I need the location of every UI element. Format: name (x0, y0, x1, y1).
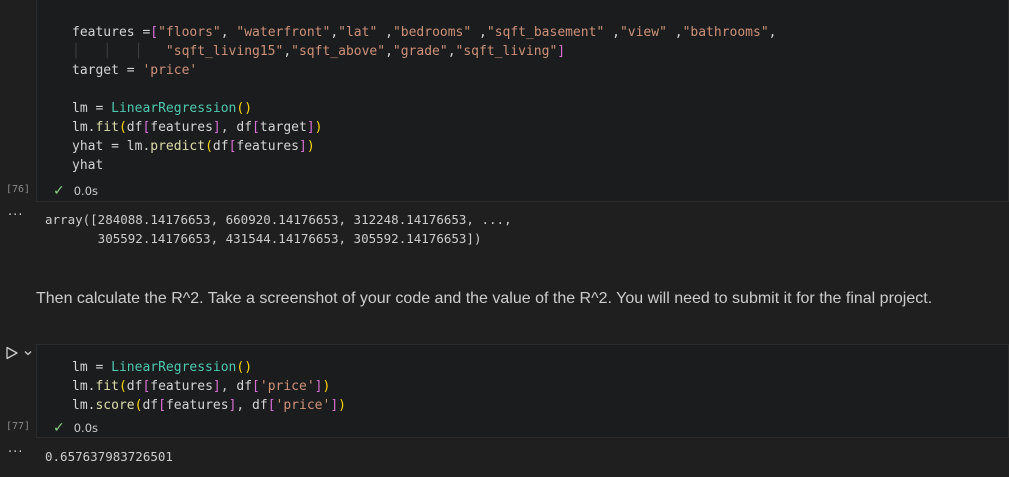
output-line: 0.657637983726501 (45, 449, 173, 464)
cell-status: ✓ 0.0s (53, 183, 98, 199)
output-line: array([284088.14176653, 660920.14176653,… (45, 212, 512, 227)
code-line: features =["floors", "waterfront","lat" … (72, 25, 777, 40)
markdown-cell[interactable]: Then calculate the R^2. Take a screensho… (36, 290, 932, 308)
cell-output: 0.657637983726501 (45, 447, 173, 466)
code-line: │ │ │ "sqft_living15","sqft_above","grad… (72, 44, 566, 59)
code-line: lm = LinearRegression() (72, 360, 253, 375)
output-line: 305592.14176653, 431544.14176653, 305592… (45, 231, 482, 246)
execution-count: [76] (6, 184, 31, 195)
cell-status: ✓ 0.0s (53, 420, 98, 436)
code-line: yhat (72, 158, 104, 173)
code-editor[interactable]: lm = LinearRegression() lm.fit(df[featur… (72, 358, 346, 415)
code-line: yhat = lm.predict(df[features]) (72, 139, 315, 154)
code-line: lm = LinearRegression() (72, 101, 253, 116)
execution-time: 0.0s (73, 184, 99, 198)
play-icon[interactable] (5, 346, 19, 360)
code-cell-77[interactable]: lm = LinearRegression() lm.fit(df[featur… (36, 344, 1009, 438)
check-icon: ✓ (53, 420, 65, 436)
code-editor[interactable]: features =["floors", "waterfront","lat" … (72, 23, 776, 175)
code-line: lm.score(df[features], df['price']) (72, 398, 346, 413)
cell-output: array([284088.14176653, 660920.14176653,… (45, 210, 512, 248)
output-more-icon[interactable]: ··· (8, 208, 23, 223)
execution-time: 0.0s (73, 421, 99, 435)
execution-count: [77] (6, 421, 31, 432)
code-line: target = 'price' (72, 63, 198, 78)
notebook: features =["floors", "waterfront","lat" … (0, 0, 1009, 477)
code-line: lm.fit(df[features], df['price']) (72, 379, 331, 394)
code-line: lm.fit(df[features], df[target]) (72, 120, 323, 135)
check-icon: ✓ (53, 183, 65, 199)
run-cell-button[interactable] (5, 346, 33, 360)
code-cell-76[interactable]: features =["floors", "waterfront","lat" … (36, 0, 1009, 202)
chevron-down-icon[interactable] (23, 348, 33, 358)
output-more-icon[interactable]: ··· (8, 445, 23, 460)
